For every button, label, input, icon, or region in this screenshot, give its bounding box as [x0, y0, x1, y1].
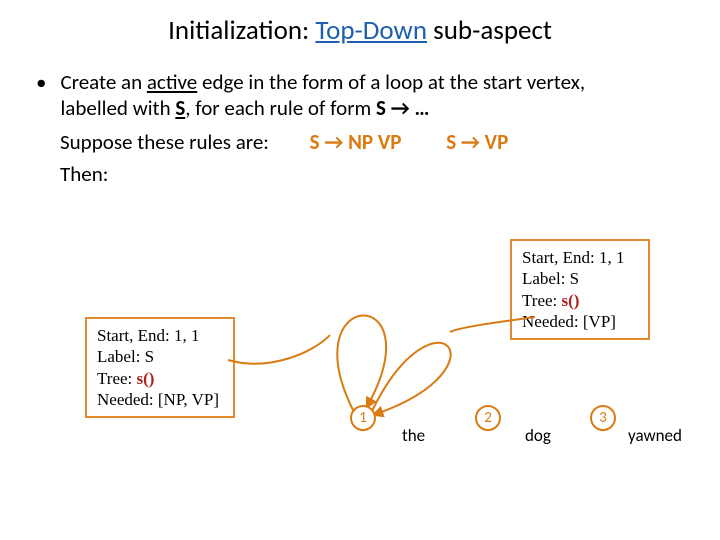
edge-loops	[30, 227, 690, 477]
bullet-body: Create an active edge in the form of a l…	[60, 69, 585, 121]
title-highlight: Top-Down	[315, 14, 427, 47]
suppose-label: Suppose these rules are:	[60, 129, 269, 155]
vertex-2: 2	[475, 405, 501, 431]
vertex-3: 3	[590, 405, 616, 431]
bullet-S: S	[175, 95, 185, 121]
diagram: Start, End: 1, 1 Label: S Tree: s() Need…	[30, 227, 690, 477]
rule-1: S → NP VP	[310, 129, 402, 155]
bullet-item: • Create an active edge in the form of a…	[36, 69, 690, 121]
bullet-active: active	[147, 69, 197, 95]
bullet-dot: •	[36, 69, 46, 121]
bullet-text: labelled with	[60, 95, 175, 121]
bullet-text: edge in the form of a loop at the start …	[197, 69, 585, 95]
title-suffix: sub-aspect	[427, 14, 552, 47]
bullet-text: Create an	[60, 69, 146, 95]
rule-2: S → VP	[446, 129, 508, 155]
title-prefix: Initialization:	[168, 14, 315, 47]
bullet-rule-form: S → …	[376, 95, 429, 121]
then-label: Then:	[60, 161, 690, 187]
slide-title: Initialization: Top-Down sub-aspect	[30, 14, 690, 47]
suppose-line: Suppose these rules are: S → NP VP S → V…	[60, 129, 690, 155]
vertex-1: 1	[350, 405, 376, 431]
bullet-text: , for each rule of form	[185, 95, 376, 121]
